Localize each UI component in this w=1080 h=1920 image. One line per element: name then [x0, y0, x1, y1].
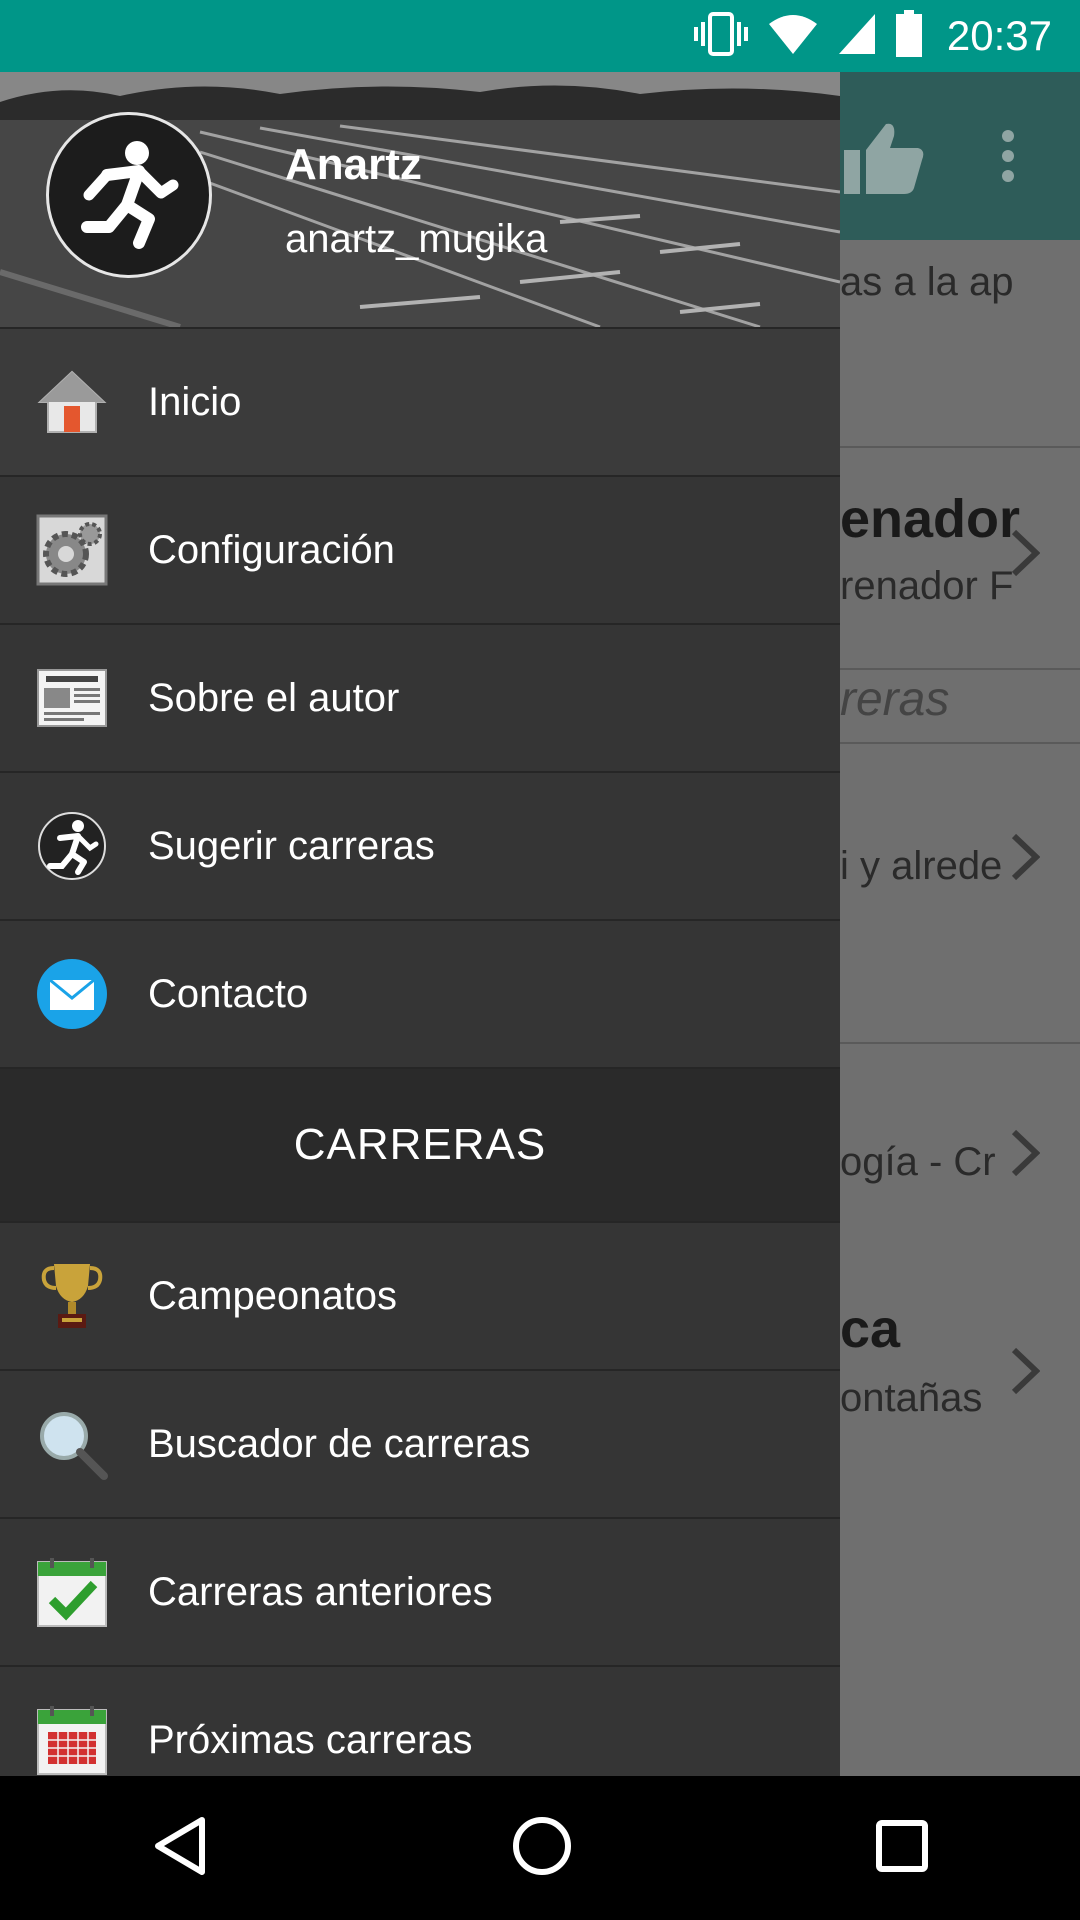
- menu-item-configuracion[interactable]: Configuración: [0, 475, 840, 623]
- item-title: ca: [840, 1299, 901, 1359]
- status-bar: 20:37: [0, 0, 1080, 72]
- newspaper-icon: [36, 662, 108, 734]
- chevron-right-icon: [1010, 1346, 1041, 1401]
- home-icon: [36, 366, 108, 438]
- drawer-header: Anartz anartz_mugika: [0, 72, 840, 327]
- menu-item-label: Contacto: [148, 971, 309, 1016]
- gear-icon: [36, 514, 108, 586]
- navigation-drawer: Anartz anartz_mugika Inicio Configuració…: [0, 72, 840, 1776]
- menu-item-contacto[interactable]: Contacto: [0, 919, 840, 1067]
- thumbs-up-icon[interactable]: [842, 120, 926, 201]
- menu-item-carreras-anteriores[interactable]: Carreras anteriores: [0, 1517, 840, 1665]
- menu-item-campeonatos[interactable]: Campeonatos: [0, 1221, 840, 1369]
- mail-icon: [36, 958, 108, 1030]
- user-name: Anartz: [285, 140, 422, 189]
- chevron-right-icon: [1010, 1128, 1041, 1183]
- user-handle: anartz_mugika: [285, 217, 548, 261]
- menu-item-label: Sugerir carreras: [148, 823, 435, 868]
- trophy-icon: [36, 1260, 108, 1332]
- runner-icon: [81, 141, 179, 249]
- item-subtitle: ontañas: [840, 1376, 983, 1420]
- menu-item-label: Campeonatos: [148, 1273, 398, 1318]
- avatar[interactable]: [46, 112, 212, 278]
- menu-item-label: Configuración: [148, 527, 395, 572]
- menu-item-label: Buscador de carreras: [148, 1421, 531, 1466]
- item-subtitle: renador F: [840, 564, 1014, 608]
- clock: 20:37: [946, 12, 1052, 59]
- item-subtitle: i y alrede: [840, 844, 1003, 888]
- calendar-check-icon: [36, 1556, 108, 1628]
- menu-item-sobre-el-autor[interactable]: Sobre el autor: [0, 623, 840, 771]
- calendar-grid-icon: [36, 1704, 108, 1776]
- section-header-carreras: CARRERAS: [0, 1067, 840, 1221]
- menu-item-proximas-carreras[interactable]: Próximas carreras: [0, 1665, 840, 1776]
- menu-item-inicio[interactable]: Inicio: [0, 327, 840, 475]
- menu-item-label: Carreras anteriores: [148, 1569, 493, 1614]
- item-subtitle: as a la ap: [840, 260, 1014, 304]
- menu-item-sugerir-carreras[interactable]: Sugerir carreras: [0, 771, 840, 919]
- chevron-right-icon: [1010, 832, 1041, 887]
- runner-icon: [36, 810, 108, 882]
- vibrate-icon: [693, 10, 749, 63]
- wifi-icon: [767, 12, 819, 61]
- menu-item-label: Sobre el autor: [148, 675, 400, 720]
- home-button[interactable]: [510, 1814, 574, 1883]
- system-navigation-bar: [0, 1776, 1080, 1920]
- chevron-right-icon: [1010, 528, 1041, 583]
- overflow-menu-icon[interactable]: [1000, 128, 1016, 189]
- magnifier-icon: [36, 1408, 108, 1480]
- item-subtitle: reras: [840, 673, 950, 726]
- menu-item-buscador-de-carreras[interactable]: Buscador de carreras: [0, 1369, 840, 1517]
- battery-icon: [895, 9, 923, 63]
- item-subtitle: ogía - Cr: [840, 1140, 996, 1184]
- signal-icon: [837, 12, 877, 61]
- item-title: enador: [840, 489, 1021, 549]
- menu-item-label: Inicio: [148, 379, 242, 424]
- menu-item-label: Próximas carreras: [148, 1717, 473, 1762]
- recents-button[interactable]: [874, 1818, 930, 1879]
- back-button[interactable]: [150, 1814, 210, 1883]
